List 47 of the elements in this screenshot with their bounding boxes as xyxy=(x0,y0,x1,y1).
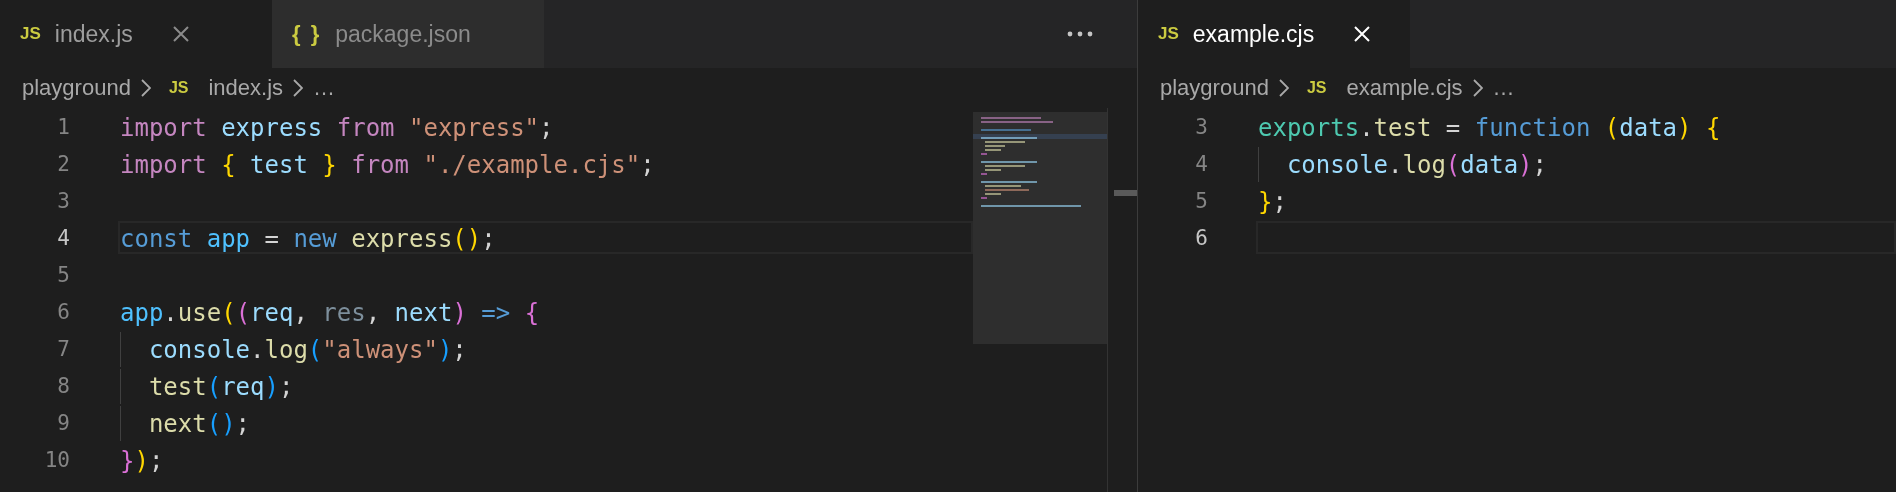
line-number: 5 xyxy=(1194,188,1208,213)
chevron-icon xyxy=(140,79,151,97)
editor-tab[interactable]: JS example.cjs xyxy=(1138,0,1410,68)
line-number: 5 xyxy=(56,262,70,287)
editor-tab[interactable]: JS index.js xyxy=(0,0,272,68)
line-number: 6 xyxy=(1194,225,1208,250)
code-line: import { test } from "./example.cjs"; xyxy=(119,150,656,180)
tab-label: index.js xyxy=(54,20,133,48)
chevron-icon xyxy=(293,79,304,97)
breadcrumb[interactable]: … xyxy=(1492,75,1515,101)
js-icon: JS xyxy=(1158,24,1179,44)
line-number: 4 xyxy=(56,225,70,250)
chevron-icon xyxy=(1472,79,1483,97)
chevron-icon xyxy=(1278,79,1289,97)
line-number: 3 xyxy=(1194,114,1208,139)
braces-icon: { } xyxy=(292,21,322,47)
line-number: 2 xyxy=(56,151,70,176)
code-line: console.log("always"); xyxy=(118,332,973,365)
breadcrumb[interactable]: index.js xyxy=(208,75,284,101)
line-number: 1 xyxy=(56,114,70,139)
breadcrumb[interactable]: example.cjs xyxy=(1346,75,1463,101)
code-line: next(); xyxy=(118,406,973,439)
code-line: import express from "express"; xyxy=(119,113,555,143)
line-number: 9 xyxy=(56,410,70,435)
editor-tab[interactable]: { } package.json xyxy=(272,0,544,68)
code-line: app.use((req, res, next) => { xyxy=(119,298,541,328)
line-number: 3 xyxy=(56,188,70,213)
breadcrumb[interactable]: playground xyxy=(1160,75,1269,101)
line-number: 6 xyxy=(56,299,70,324)
tab-label: example.cjs xyxy=(1192,20,1315,48)
line-number: 8 xyxy=(56,373,70,398)
breadcrumb[interactable]: playground xyxy=(22,75,131,101)
js-icon: JS xyxy=(1306,79,1327,97)
more-actions-icon[interactable] xyxy=(1067,31,1093,37)
code-line: test(req); xyxy=(118,369,973,402)
code-line: }); xyxy=(119,446,165,476)
code-line: console.log(data); xyxy=(1256,147,1896,180)
code-line: exports.test = function (data) { xyxy=(1257,113,1722,143)
code-line: }; xyxy=(1257,187,1288,217)
js-icon: JS xyxy=(20,24,41,44)
line-number: 4 xyxy=(1194,151,1208,176)
line-number: 7 xyxy=(56,336,70,361)
breadcrumb[interactable]: … xyxy=(313,75,336,101)
line-number: 10 xyxy=(43,447,70,472)
js-icon: JS xyxy=(168,79,189,97)
close-icon[interactable] xyxy=(1352,24,1373,44)
scrollbar-thumb[interactable] xyxy=(1114,190,1137,196)
